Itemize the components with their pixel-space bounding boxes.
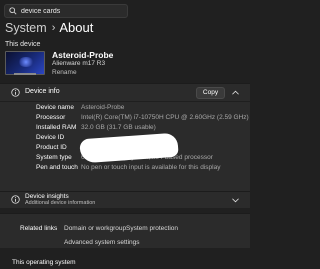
copy-button[interactable]: Copy bbox=[196, 87, 225, 99]
device-insights-subtitle: Additional device information bbox=[25, 200, 96, 206]
info-icon bbox=[11, 88, 20, 97]
search-box[interactable] bbox=[4, 4, 128, 18]
info-label: Processor bbox=[36, 114, 66, 121]
info-label: Device ID bbox=[36, 134, 65, 141]
device-insights-panel[interactable]: Device insights Additional device inform… bbox=[0, 191, 250, 208]
insights-icon bbox=[11, 195, 20, 204]
info-label: Installed RAM bbox=[36, 124, 77, 131]
info-label: Pen and touch bbox=[36, 164, 78, 171]
info-value: Intel(R) Core(TM) i7-10750H CPU @ 2.60GH… bbox=[81, 114, 249, 121]
info-value: No pen or touch input is available for t… bbox=[81, 164, 221, 171]
this-device-heading: This device bbox=[5, 41, 41, 48]
chevron-up-icon[interactable] bbox=[232, 90, 239, 95]
device-name: Asteroid-Probe bbox=[52, 50, 114, 60]
related-links-label: Related links bbox=[20, 225, 58, 232]
rename-link[interactable]: Rename bbox=[52, 69, 77, 76]
system-protection-link[interactable]: System protection bbox=[126, 225, 178, 232]
device-model: Alienware m17 R3 bbox=[52, 60, 106, 67]
device-info-header[interactable]: Device info Copy bbox=[0, 84, 250, 101]
advanced-system-settings-link[interactable]: Advanced system settings bbox=[64, 239, 140, 246]
breadcrumb-system[interactable]: System bbox=[5, 21, 47, 35]
search-input[interactable] bbox=[17, 7, 121, 15]
info-value: 32.0 GB (31.7 GB usable) bbox=[81, 124, 156, 131]
device-card: Asteroid-Probe Alienware m17 R3 Rename bbox=[5, 50, 155, 78]
related-links-panel: Related links Domain or workgroup System… bbox=[0, 213, 250, 248]
page-title: About bbox=[59, 20, 94, 35]
breadcrumb: System › About bbox=[5, 20, 93, 35]
info-label: Device name bbox=[36, 104, 74, 111]
chevron-down-icon[interactable] bbox=[232, 198, 239, 203]
info-value: Asteroid-Probe bbox=[81, 104, 125, 111]
domain-workgroup-link[interactable]: Domain or workgroup bbox=[64, 225, 126, 232]
breadcrumb-separator: › bbox=[51, 21, 56, 34]
device-thumbnail bbox=[5, 51, 45, 75]
device-info-title: Device info bbox=[25, 88, 60, 95]
search-icon bbox=[9, 7, 17, 15]
this-os-heading: This operating system bbox=[12, 259, 76, 266]
info-label: Product ID bbox=[36, 144, 67, 151]
device-insights-title: Device insights bbox=[25, 193, 69, 200]
info-label: System type bbox=[36, 154, 72, 161]
divider bbox=[0, 101, 250, 102]
